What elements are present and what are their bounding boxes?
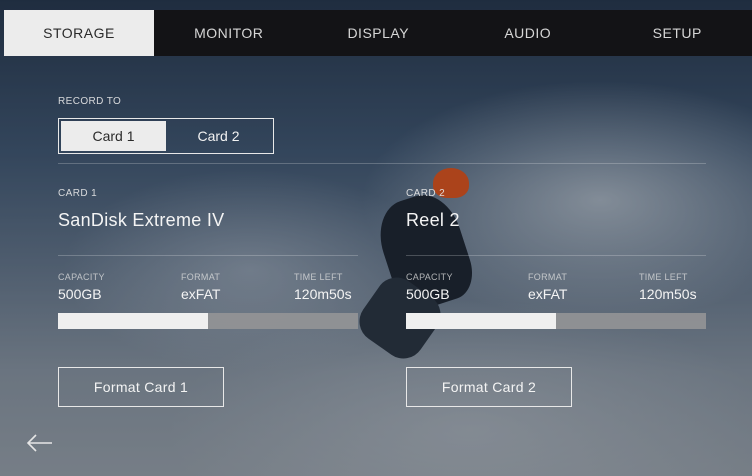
record-to-card-1[interactable]: Card 1: [61, 121, 166, 151]
card-2-usage-bar: [406, 313, 706, 329]
divider: [58, 163, 706, 164]
tab-audio[interactable]: AUDIO: [453, 10, 603, 56]
card-1-name: SanDisk Extreme IV: [58, 210, 225, 230]
storage-screen: STORAGE MONITOR DISPLAY AUDIO SETUP RECO…: [0, 0, 752, 476]
card-1-usage-bar: [58, 313, 358, 329]
record-to-card-2[interactable]: Card 2: [166, 121, 271, 151]
card-1-time-left: 120m50s: [294, 286, 352, 302]
tab-display[interactable]: DISPLAY: [304, 10, 454, 56]
card-2-capacity: 500GB: [406, 286, 450, 302]
format-card-1-button[interactable]: Format Card 1: [58, 367, 224, 407]
tab-storage[interactable]: STORAGE: [4, 10, 154, 56]
record-to-label: RECORD TO: [58, 96, 122, 107]
card-1-slot-label: CARD 1: [58, 188, 98, 199]
card-1-format-label: FORMAT: [181, 272, 221, 282]
card-1-format: exFAT: [181, 286, 221, 302]
card-2-format: exFAT: [528, 286, 568, 302]
card-2-name: Reel 2: [406, 210, 460, 230]
tab-setup[interactable]: SETUP: [603, 10, 752, 56]
tab-monitor[interactable]: MONITOR: [154, 10, 304, 56]
card-2-capacity-label: CAPACITY: [406, 272, 453, 282]
card-2-slot-label: CARD 2: [406, 188, 446, 199]
back-arrow-icon[interactable]: [26, 432, 54, 454]
card-2-time-left: 120m50s: [639, 286, 697, 302]
tab-bar: STORAGE MONITOR DISPLAY AUDIO SETUP: [4, 10, 752, 56]
card-1-capacity: 500GB: [58, 286, 102, 302]
card-1-usage-fill: [58, 313, 208, 329]
record-to-selector: Card 1 Card 2: [58, 118, 274, 154]
card-1-capacity-label: CAPACITY: [58, 272, 105, 282]
card-2-format-label: FORMAT: [528, 272, 568, 282]
card-1-time-left-label: TIME LEFT: [294, 272, 343, 282]
card-2-time-left-label: TIME LEFT: [639, 272, 688, 282]
format-card-2-button[interactable]: Format Card 2: [406, 367, 572, 407]
card-2-usage-fill: [406, 313, 556, 329]
